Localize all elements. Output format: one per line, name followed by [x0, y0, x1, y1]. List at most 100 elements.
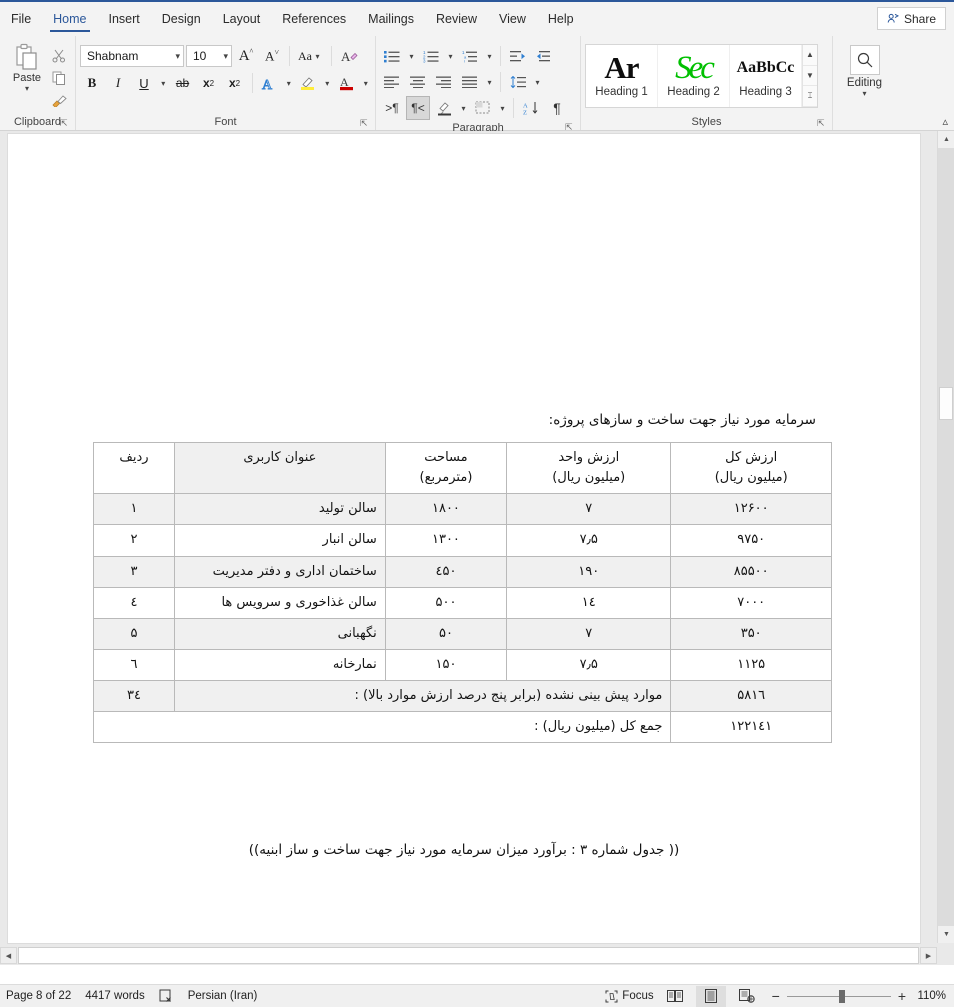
scroll-left-button[interactable]: ◀ [0, 947, 17, 964]
read-mode-button[interactable] [660, 986, 690, 1007]
dialog-launcher-icon[interactable]: ⇱ [360, 118, 370, 128]
shading-button[interactable] [432, 96, 456, 120]
zoom-track[interactable] [786, 989, 891, 1003]
increase-indent-button[interactable] [532, 44, 556, 68]
chevron-down-icon[interactable]: ▾ [484, 78, 495, 87]
format-painter-button[interactable] [47, 89, 71, 110]
copy-button[interactable] [47, 67, 71, 88]
style-heading-3[interactable]: AaBbCc Heading 3 [730, 45, 802, 107]
vertical-scroll-thumb[interactable] [939, 387, 953, 420]
tab-insert[interactable]: Insert [98, 2, 151, 36]
zoom-slider[interactable]: − + [772, 989, 906, 1003]
tab-references[interactable]: References [271, 2, 357, 36]
tab-mailings[interactable]: Mailings [357, 2, 425, 36]
strikethrough-button[interactable]: ab [171, 71, 195, 95]
chevron-down-icon[interactable]: ▾ [361, 79, 372, 88]
editing-button[interactable]: Editing ▾ [837, 41, 892, 98]
style-heading-2[interactable]: Sec Heading 2 [658, 45, 730, 107]
horizontal-scrollbar[interactable]: ◀ ▶ [0, 946, 937, 965]
shrink-font-button[interactable]: A˅ [260, 44, 284, 68]
show-formatting-marks-button[interactable]: ¶ [545, 96, 569, 120]
chevron-down-icon[interactable]: ▾ [532, 78, 543, 87]
cell-num: ۵ [93, 617, 175, 650]
tab-view[interactable]: View [488, 2, 537, 36]
paste-button[interactable]: Paste ▾ [7, 41, 47, 110]
line-spacing-button[interactable] [506, 70, 530, 94]
styles-more-button[interactable]: ⌶ [803, 86, 817, 108]
chevron-down-icon[interactable]: ▾ [283, 79, 294, 88]
multilevel-list-button[interactable]: 1 a i [458, 44, 482, 68]
tab-layout[interactable]: Layout [212, 2, 272, 36]
align-center-button[interactable] [406, 70, 430, 94]
chevron-down-icon[interactable]: ▾ [458, 104, 469, 113]
web-layout-button[interactable] [732, 986, 762, 1007]
horizontal-scroll-thumb[interactable] [18, 947, 919, 964]
group-label-clipboard: Clipboard ⇱ [0, 113, 75, 130]
chevron-down-icon[interactable]: ▾ [406, 52, 417, 61]
align-right-button[interactable] [432, 70, 456, 94]
collapse-ribbon-icon[interactable]: ▵ [942, 115, 948, 128]
left-to-right-button[interactable]: >¶ [380, 96, 404, 120]
tab-review[interactable]: Review [425, 2, 488, 36]
word-count-status[interactable]: 4417 words [85, 990, 144, 1002]
print-layout-button[interactable] [695, 985, 726, 1007]
document-page[interactable]: سرمایه مورد نیاز جهت ساخت و سازهای پروژه… [8, 134, 920, 943]
font-color-button[interactable]: A [335, 71, 359, 95]
numbering-button[interactable]: 1 2 3 [419, 44, 443, 68]
subscript-button[interactable]: x2 [197, 71, 221, 95]
tab-home[interactable]: Home [42, 2, 97, 36]
change-case-button[interactable]: Aa ▾ [295, 44, 326, 68]
page-number-status[interactable]: Page 8 of 22 [6, 990, 71, 1002]
right-to-left-button[interactable]: ¶< [406, 96, 430, 120]
proofing-errors-icon[interactable] [159, 989, 174, 1003]
justify-button[interactable] [458, 70, 482, 94]
tab-design[interactable]: Design [151, 2, 212, 36]
chevron-down-icon[interactable]: ▾ [497, 104, 508, 113]
zoom-in-button[interactable]: + [898, 989, 906, 1003]
zoom-thumb[interactable] [838, 989, 845, 1003]
intro-paragraph: سرمایه مورد نیاز جهت ساخت و سازهای پروژه… [548, 412, 816, 428]
clear-formatting-button[interactable]: A [337, 44, 361, 68]
bullets-button[interactable] [380, 44, 404, 68]
chevron-down-icon[interactable]: ▾ [484, 52, 495, 61]
borders-button[interactable] [471, 96, 495, 120]
chevron-down-icon[interactable]: ▾ [158, 79, 169, 88]
decrease-indent-button[interactable] [506, 44, 530, 68]
zoom-out-button[interactable]: − [772, 989, 780, 1003]
share-button[interactable]: Share [876, 7, 946, 30]
bold-button[interactable]: B [80, 71, 104, 95]
dialog-launcher-icon[interactable]: ⇱ [60, 118, 70, 128]
tab-help[interactable]: Help [537, 2, 585, 36]
cut-button[interactable] [47, 45, 71, 66]
scroll-up-button[interactable]: ▲ [938, 131, 954, 148]
font-size-combo[interactable]: 10 ▾ [186, 45, 232, 67]
font-family-combo[interactable]: Shabnam ▾ [80, 45, 184, 67]
capital-requirements-table: ارزش کل (میلیون ریال) ارزش واحد (میلیون … [92, 441, 832, 744]
svg-text:A: A [262, 78, 273, 91]
cell-total: ۸۵۵۰۰ [670, 555, 832, 588]
highlight-color-button[interactable] [296, 71, 320, 95]
styles-scroll-down-button[interactable]: ▼ [803, 65, 817, 87]
styles-scroll-up-button[interactable]: ▲ [803, 45, 817, 66]
dialog-launcher-icon[interactable]: ⇱ [817, 118, 827, 128]
styles-gallery: Ar Heading 1 Sec Heading 2 AaBbCc Headin… [585, 44, 818, 108]
zoom-level[interactable]: 110% [912, 990, 946, 1002]
tab-file[interactable]: File [0, 2, 42, 36]
chevron-down-icon[interactable]: ▾ [445, 52, 456, 61]
underline-button[interactable]: U [132, 71, 156, 95]
scroll-right-button[interactable]: ▶ [920, 947, 937, 964]
focus-mode-button[interactable]: Focus [605, 990, 654, 1003]
sort-button[interactable]: A Z [519, 96, 543, 120]
vertical-scrollbar[interactable]: ▲ ▼ [937, 131, 954, 943]
grow-font-button[interactable]: A^ [234, 44, 258, 68]
chevron-down-icon[interactable]: ▾ [25, 85, 29, 93]
chevron-down-icon[interactable]: ▾ [862, 90, 866, 98]
scroll-down-button[interactable]: ▼ [938, 926, 954, 943]
italic-button[interactable]: I [106, 71, 130, 95]
align-left-button[interactable] [380, 70, 404, 94]
superscript-button[interactable]: x2 [223, 71, 247, 95]
style-heading-1[interactable]: Ar Heading 1 [586, 45, 658, 107]
language-status[interactable]: Persian (Iran) [188, 990, 258, 1002]
text-effects-button[interactable]: A [257, 71, 281, 95]
chevron-down-icon[interactable]: ▾ [322, 79, 333, 88]
